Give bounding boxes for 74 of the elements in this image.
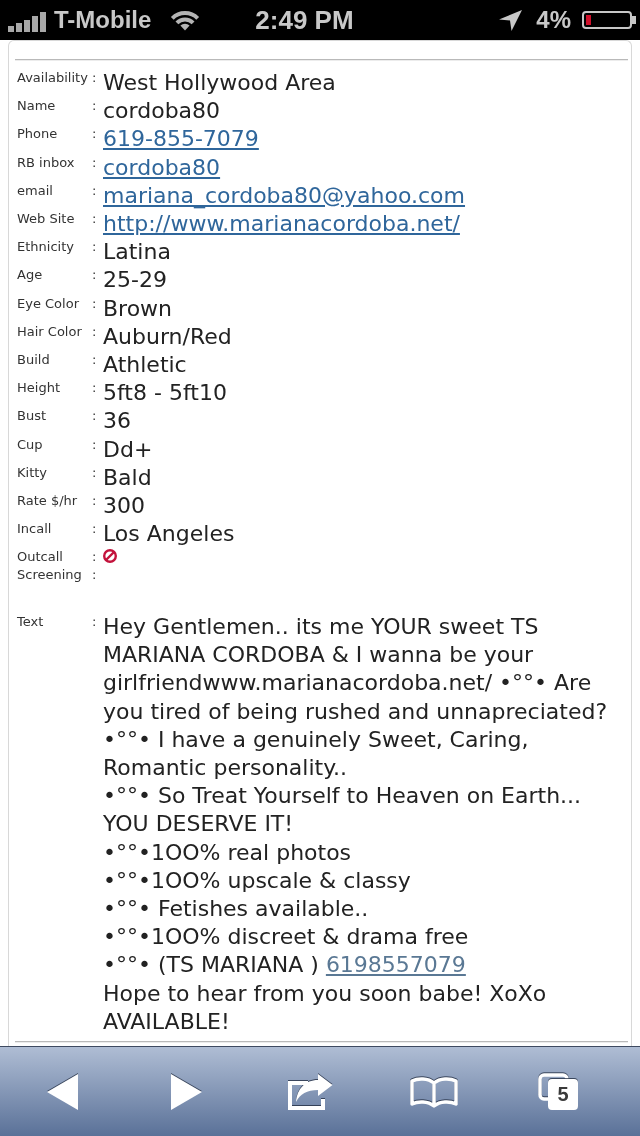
share-icon	[287, 1073, 333, 1110]
label-colon: :	[92, 407, 97, 426]
signal-icon	[8, 12, 46, 32]
carrier-name: T-Mobile	[54, 6, 152, 34]
field-label: Kitty	[17, 463, 48, 482]
label-colon: :	[92, 125, 97, 144]
value-link[interactable]: mariana_cordoba80@yahoo.com	[103, 181, 465, 210]
location-arrow-icon	[499, 9, 523, 31]
battery-icon	[582, 11, 636, 29]
field-value: West Hollywood Area	[103, 69, 336, 97]
field-value: Los Angeles	[103, 520, 235, 549]
label-colon: :	[92, 294, 97, 313]
status-time: 2:49 PM	[255, 5, 354, 35]
field-label: Eye Color	[17, 294, 79, 313]
field-label: Web Site	[17, 210, 75, 228]
battery-percent: 4%	[536, 6, 571, 34]
field-value: 25-29	[103, 266, 167, 295]
label-colon: :	[92, 210, 97, 228]
field-value: 36	[103, 407, 131, 436]
description-text: Hey Gentlemen.. its me YOUR sweet TS MARIANA CORDOBA & I wanna be your girlfriendwww.marianacordoba.net/ •°°• Are you tired of being rushed and unnapreciated? •°°• I have a genuinely Sweet, Caring, Romantic personality.. •°°• So Treat Yourself to Heaven on Earth... YOU DESERVE IT! •°°•1OO% real photos •°°•1OO% upscale & classy •°°• Fetishes available.. •°°•1OO% discreet & drama free •°°• (TS MARIANA ) 6198557079 Hope to hear from you soon babe! XoXo AVAILABLE!	[103, 613, 608, 1036]
label-colon: :	[92, 266, 97, 285]
field-value: Athletic	[103, 351, 187, 380]
field-value: Brown	[103, 294, 173, 323]
label-colon: :	[92, 613, 97, 632]
label-colon: :	[92, 520, 97, 539]
bookmarks-button[interactable]	[410, 1075, 458, 1108]
wifi-icon	[169, 9, 202, 31]
field-label: Age	[17, 266, 43, 285]
field-label: Text	[17, 613, 44, 632]
field-label: Availability	[17, 69, 88, 87]
field-label: Height	[17, 379, 60, 398]
right-triangle-icon	[170, 1073, 202, 1110]
field-value: Bald	[103, 463, 152, 492]
field-label: Outcall	[17, 548, 63, 567]
field-label: Rate $/hr	[17, 492, 78, 511]
field-label: Hair Color	[17, 322, 82, 341]
share-button[interactable]	[287, 1073, 333, 1110]
field-label: Phone	[17, 125, 58, 144]
field-label: Bust	[17, 407, 47, 426]
field-value: Latina	[103, 238, 171, 267]
label-colon: :	[92, 548, 97, 567]
value-link[interactable]: cordoba80	[103, 153, 221, 182]
field-value: 5ft8 - 5ft10	[103, 379, 227, 408]
field-label: Build	[17, 351, 50, 370]
label-colon: :	[92, 238, 97, 257]
field-value: 300	[103, 492, 145, 521]
label-colon: :	[92, 463, 97, 482]
field-label: Incall	[17, 520, 52, 539]
label-colon: :	[92, 153, 97, 172]
field-value: Dd+	[103, 435, 153, 464]
phone-link[interactable]: 6198557079	[325, 952, 466, 978]
field-label: Ethnicity	[17, 238, 74, 257]
open-book-icon	[410, 1075, 458, 1108]
label-colon: :	[92, 492, 97, 511]
back-button[interactable]	[46, 1073, 78, 1110]
field-label: email	[17, 181, 53, 200]
label-colon: :	[92, 97, 97, 116]
field-value: cordoba80	[103, 97, 221, 126]
value-link[interactable]: 619-855-7079	[103, 125, 259, 154]
value-link[interactable]: http://www.marianacordoba.net/	[103, 210, 460, 239]
left-triangle-icon	[46, 1073, 78, 1110]
label-colon: :	[92, 69, 97, 87]
label-colon: :	[92, 435, 97, 454]
field-label: Screening	[17, 566, 82, 585]
label-colon: :	[92, 181, 97, 200]
label-colon: :	[92, 566, 97, 585]
field-label: Name	[17, 97, 56, 116]
forward-button[interactable]	[170, 1073, 202, 1110]
field-label: Cup	[17, 435, 43, 454]
label-colon: :	[92, 351, 97, 370]
label-colon: :	[92, 379, 97, 398]
label-colon: :	[92, 322, 97, 341]
field-label: RB inbox	[17, 153, 75, 172]
field-value: Auburn/Red	[103, 322, 232, 351]
